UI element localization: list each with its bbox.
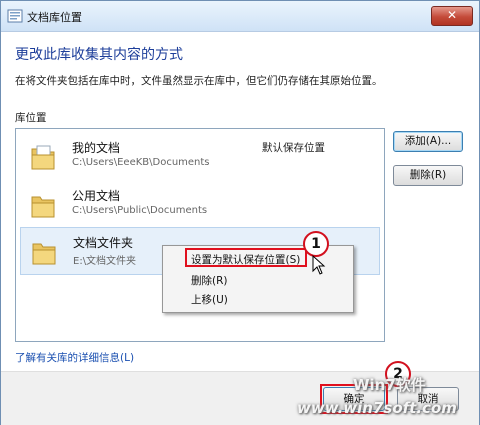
dialog-description: 在将文件夹包括在库中时，文件虽然显示在库中，但它们仍存储在其原始位置。 — [15, 75, 383, 87]
location-path: C:\Users\Public\Documents — [72, 205, 208, 216]
folder-icon — [31, 196, 55, 218]
location-name: 文档文件夹 — [73, 236, 134, 250]
list-item[interactable]: 我的文档 C:\Users\EeeKB\Documents 默认保存位置 — [20, 133, 378, 179]
library-icon — [7, 9, 23, 23]
dialog-heading: 更改此库收集其内容的方式 — [15, 47, 183, 63]
cursor-icon — [312, 255, 326, 275]
location-path: E:\文档文件夹 — [73, 256, 137, 267]
add-button[interactable]: 添加(A)... — [393, 131, 463, 152]
default-save-location-label: 默认保存位置 — [262, 142, 325, 154]
folder-icon — [32, 243, 56, 265]
watermark-url: www.win7soft.com — [297, 399, 457, 417]
library-locations-dialog: 文档库位置 ✕ 更改此库收集其内容的方式 在将文件夹包括在库中时，文件虽然显示在… — [0, 0, 480, 425]
library-locations-label: 库位置 — [15, 112, 47, 124]
location-name: 我的文档 — [72, 141, 121, 155]
step-1-callout: 1 — [303, 231, 329, 257]
location-name: 公用文档 — [72, 189, 121, 203]
list-item[interactable]: 公用文档 C:\Users\Public\Documents — [20, 181, 378, 227]
close-button[interactable]: ✕ — [431, 6, 473, 26]
watermark-title: Win7软件 — [353, 376, 426, 394]
menu-item-move-up[interactable]: 上移(U) — [191, 292, 228, 307]
close-icon: ✕ — [446, 8, 458, 22]
folder-icon — [31, 145, 55, 170]
menu-item-remove[interactable]: 删除(R) — [191, 273, 228, 288]
remove-button[interactable]: 删除(R) — [393, 165, 463, 186]
title-bar: 文档库位置 ✕ — [1, 1, 479, 32]
location-path: C:\Users\EeeKB\Documents — [72, 157, 210, 168]
learn-more-link[interactable]: 了解有关库的详细信息(L) — [15, 350, 134, 365]
set-default-highlight — [185, 248, 307, 267]
window-title: 文档库位置 — [27, 11, 82, 24]
